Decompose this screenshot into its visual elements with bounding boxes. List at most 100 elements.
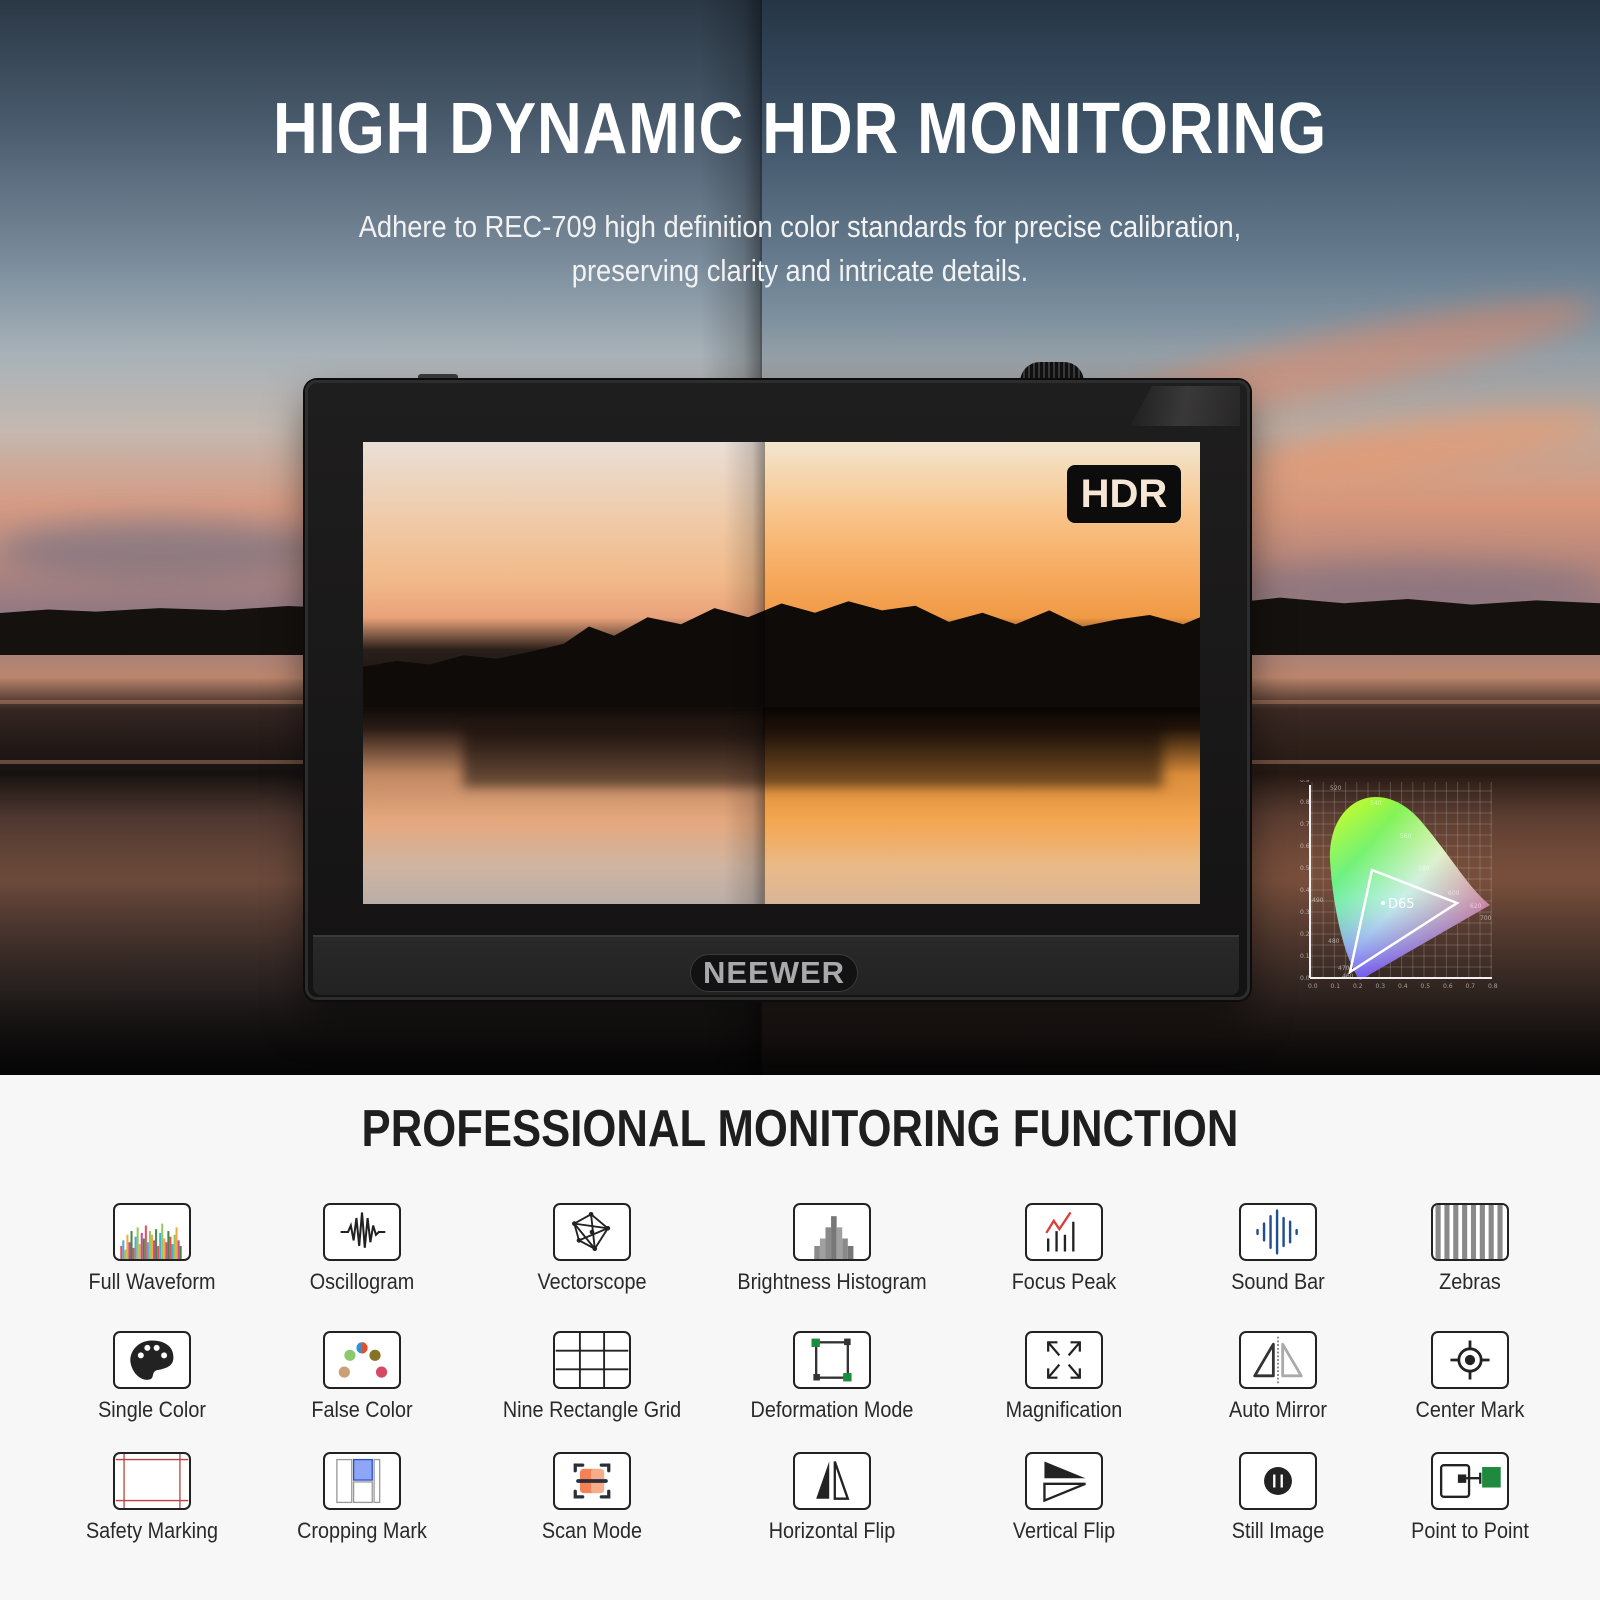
horizontal-flip-icon-graphic: [816, 1461, 850, 1500]
cie-x-tick-label: 0.5: [1421, 983, 1431, 990]
center-mark-icon-graphic: [1450, 1340, 1490, 1380]
function-item-scan-mode: Scan Mode: [462, 1452, 722, 1544]
function-item-center-mark: Center Mark: [1340, 1331, 1600, 1423]
cie-wavelength-label: 480: [1328, 938, 1340, 945]
function-item-deformation-mode: Deformation Mode: [702, 1331, 962, 1423]
function-label: False Color: [311, 1397, 413, 1422]
cie-x-tick-label: 0.3: [1376, 983, 1386, 990]
function-label: Scan Mode: [541, 1518, 643, 1543]
nine-grid-icon-graphic: [555, 1333, 629, 1387]
d65-whitepoint: [1381, 901, 1385, 905]
cie-x-tick-label: 0.0: [1308, 983, 1318, 990]
function-label: Vectorscope: [537, 1269, 647, 1294]
function-item-nine-grid: Nine Rectangle Grid: [462, 1331, 722, 1423]
cie-y-tick-label: 0.7: [1300, 821, 1310, 828]
hero-banner: HIGH DYNAMIC HDR MONITORING Adhere to RE…: [0, 0, 1600, 1075]
zebras-icon-graphic: [1433, 1205, 1507, 1259]
cie-y-tick-label: 0.3: [1300, 909, 1310, 916]
function-item-oscillogram: Oscillogram: [232, 1203, 492, 1295]
d65-label: D65: [1388, 897, 1415, 912]
deformation-mode-icon-graphic: [811, 1338, 852, 1382]
functions-section: PROFESSIONAL MONITORING FUNCTION Full Wa…: [0, 1075, 1600, 1600]
function-label: Center Mark: [1415, 1397, 1525, 1422]
cie-y-tick-label: 0.1: [1300, 953, 1310, 960]
auto-mirror-icon-graphic: [1253, 1336, 1303, 1384]
vertical-flip-icon-graphic: [1043, 1461, 1086, 1503]
hero-subtitle: Adhere to REC-709 high definition color …: [96, 205, 1504, 293]
cie-wavelength-label: 540: [1370, 800, 1382, 807]
point-to-point-icon-graphic: [1439, 1464, 1501, 1498]
cie-wavelength-label: 580: [1418, 865, 1430, 872]
cie-x-tick-label: 0.4: [1398, 983, 1408, 990]
function-item-brightness-histogram: Brightness Histogram: [702, 1203, 962, 1295]
magnification-icon-graphic: [1047, 1341, 1081, 1379]
hero-subtitle-line2: preserving clarity and intricate details…: [571, 253, 1029, 288]
function-label: Focus Peak: [1011, 1269, 1117, 1294]
focus-peak-icon-graphic: [1045, 1211, 1075, 1252]
cie-y-tick-label: 0.4: [1300, 887, 1310, 894]
point-to-point-icon: [1431, 1452, 1509, 1510]
oscillogram-icon: [323, 1203, 401, 1261]
still-image-icon: [1239, 1452, 1317, 1510]
false-color-icon-graphic: [338, 1342, 388, 1378]
brightness-histogram-icon-graphic: [814, 1216, 854, 1259]
auto-mirror-icon: [1239, 1331, 1317, 1389]
full-waveform-icon-graphic: [120, 1223, 182, 1259]
still-image-icon-graphic: [1264, 1467, 1292, 1495]
hero-subtitle-line1: Adhere to REC-709 high definition color …: [358, 209, 1242, 244]
brightness-histogram-icon: [793, 1203, 871, 1261]
screen-divider: [723, 442, 765, 904]
deformation-mode-icon: [793, 1331, 871, 1389]
cropping-mark-icon-graphic: [336, 1458, 381, 1504]
scan-mode-icon: [553, 1452, 631, 1510]
oscillogram-icon-graphic: [340, 1212, 386, 1248]
function-item-point-to-point: Point to Point: [1340, 1452, 1600, 1544]
center-mark-icon: [1431, 1331, 1509, 1389]
function-label: Vertical Flip: [1012, 1518, 1116, 1543]
cie-y-tick-label: 0.8: [1300, 799, 1310, 806]
scan-mode-icon-graphic: [573, 1463, 611, 1499]
cropping-mark-icon: [323, 1452, 401, 1510]
brand-logo: NEEWER: [690, 954, 858, 992]
vectorscope-icon-graphic: [571, 1211, 611, 1252]
false-color-icon: [323, 1331, 401, 1389]
cie-y-tick-label: 0.9: [1300, 780, 1310, 784]
function-label: Magnification: [1005, 1397, 1123, 1422]
functions-grid: Full Waveform Oscillogram Vectorscope Brigh…: [0, 1075, 1600, 1600]
cie-x-tick-label: 0.7: [1466, 983, 1476, 990]
cie-wavelength-label: 470: [1338, 965, 1350, 972]
cie-x-tick-label: 0.6: [1443, 983, 1453, 990]
function-item-horizontal-flip: Horizontal Flip: [702, 1452, 962, 1544]
cie-wavelength-label: 560: [1400, 833, 1412, 840]
safety-marking-icon: [113, 1452, 191, 1510]
cie-y-tick-label: 0.6: [1300, 843, 1310, 850]
cie-x-tick-labels: 0.0 0.1 0.2 0.3 0.4 0.5 0.6 0.7 0.8: [1308, 983, 1498, 990]
magnification-icon: [1025, 1331, 1103, 1389]
focus-peak-icon: [1025, 1203, 1103, 1261]
full-waveform-icon: [113, 1203, 191, 1261]
cie-wavelength-label: 460: [1342, 973, 1354, 980]
function-item-false-color: False Color: [232, 1331, 492, 1423]
function-label: Deformation Mode: [750, 1397, 914, 1422]
vectorscope-icon: [553, 1203, 631, 1261]
vertical-flip-icon: [1025, 1452, 1103, 1510]
cie-x-tick-label: 0.8: [1488, 983, 1498, 990]
cie-wavelength-label: 700: [1480, 915, 1492, 922]
function-label: Point to Point: [1411, 1518, 1529, 1543]
monitor-knob: [1020, 362, 1084, 382]
single-color-icon-graphic: [130, 1340, 174, 1380]
safety-marking-icon-graphic: [115, 1454, 189, 1508]
cie-x-tick-label: 0.1: [1331, 983, 1341, 990]
cie-x-tick-label: 0.2: [1353, 983, 1363, 990]
function-item-cropping-mark: Cropping Mark: [232, 1452, 492, 1544]
zebras-icon: [1431, 1203, 1509, 1261]
function-label: Zebras: [1439, 1269, 1501, 1294]
cie-y-tick-labels: 0.0 0.1 0.2 0.3 0.4 0.5 0.6 0.7 0.8 0.9: [1300, 780, 1310, 982]
cloud: [0, 520, 320, 580]
hero-title: HIGH DYNAMIC HDR MONITORING: [272, 89, 1328, 169]
function-label: Cropping Mark: [297, 1518, 427, 1543]
horizontal-flip-icon: [793, 1452, 871, 1510]
function-label: Brightness Histogram: [737, 1269, 927, 1294]
screen-tree-reflection: [463, 727, 1163, 787]
single-color-icon: [113, 1331, 191, 1389]
